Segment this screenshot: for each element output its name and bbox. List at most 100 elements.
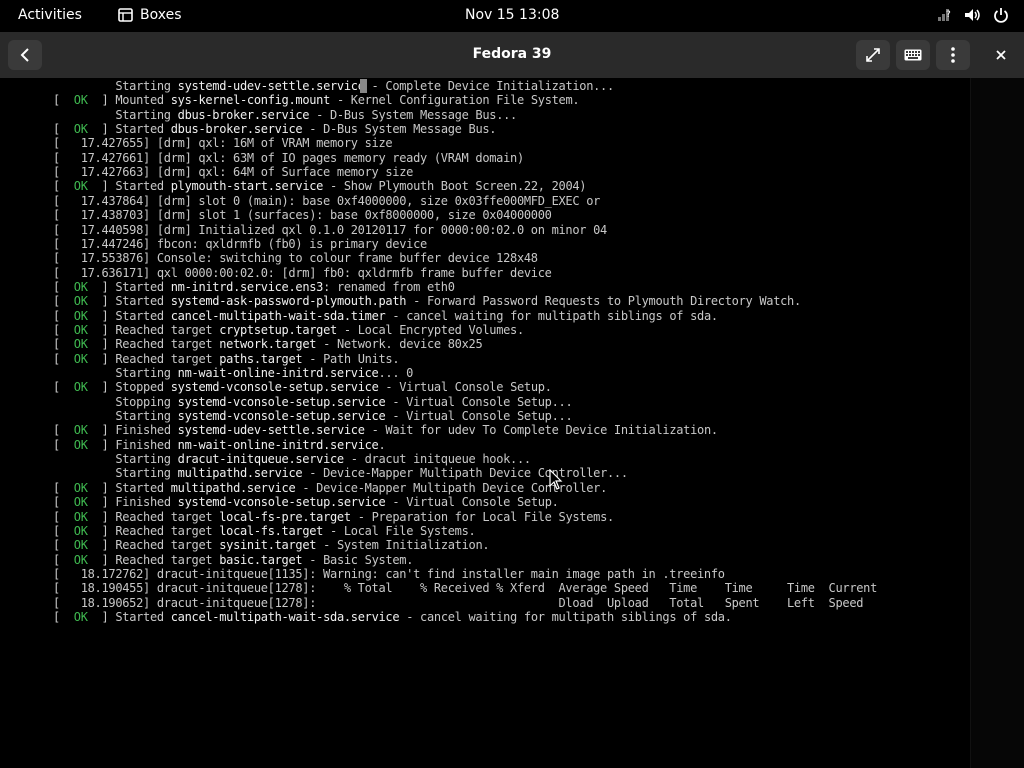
console-text: Starting [53, 409, 178, 424]
status-bracket: [ [53, 380, 74, 395]
console-text: ... 0 [378, 366, 414, 380]
console-line: [ OK ] Started nm-initrd.service.ens3: r… [53, 280, 455, 294]
console-line: [ OK ] Reached target network.target - N… [53, 337, 483, 352]
console-text: - Preparation for Local File Systems. [350, 509, 615, 524]
status-ok: OK [73, 122, 88, 137]
status-ok: OK [73, 480, 88, 495]
clock[interactable]: Nov 15 13:08 [465, 7, 559, 23]
console-text: - Forward Password Requests to Plymouth … [406, 294, 801, 309]
console-text: Starting [53, 366, 178, 380]
console-text: - System Initialization. [316, 538, 490, 553]
console-text: ] Reached target [101, 552, 220, 567]
console-text: - cancel waiting for multipath siblings … [385, 308, 718, 323]
console-text: ] Finished [101, 495, 178, 510]
console-text: ] Mounted [101, 93, 171, 108]
console-text: ] Reached target [101, 337, 220, 352]
console-text: - Kernel Configuration File System. [330, 93, 580, 108]
status-bracket: [ [53, 93, 74, 108]
unit-name: nm-wait-online-initrd.service [177, 366, 379, 380]
unit-name: systemd-udev-settle.service [177, 79, 365, 93]
console-text: - Wait for udev To Complete Device Initi… [364, 423, 719, 438]
console-line: Starting multipathd.service - Device-Map… [53, 466, 628, 480]
console-line: Starting dbus-broker.service - D-Bus Sys… [53, 108, 517, 122]
console-line: [ 18.190652] dracut-initqueue[1278]: Dlo… [53, 596, 863, 610]
console-text: - Basic System. [302, 552, 414, 567]
status-ok: OK [73, 351, 88, 366]
console-line: Starting systemd-vconsole-setup.service … [53, 409, 572, 423]
console-text: [ 17.437864] [drm] slot 0 (main): base 0… [53, 193, 601, 208]
app-menu-boxes[interactable]: Boxes [118, 7, 182, 23]
activities-button[interactable]: Activities [18, 7, 82, 23]
console-line: [ 17.447246] fbcon: qxldrmfb (fb0) is pr… [53, 237, 427, 251]
status-ok: OK [73, 495, 88, 510]
console-text: ] Reached target [101, 509, 220, 524]
status-bracket: [ [53, 480, 74, 495]
console-text: ] Started [101, 480, 171, 495]
unit-name: local-fs.target [219, 523, 324, 538]
status-bracket: [ [53, 423, 74, 438]
console-line: [ OK ] Finished systemd-udev-settle.serv… [53, 423, 718, 437]
console-line: [ OK ] Reached target local-fs.target - … [53, 523, 476, 538]
console-text: - dracut initqueue hook... [343, 452, 531, 467]
system-tray[interactable]: ? [926, 6, 1010, 24]
console-line: [ OK ] Reached target basic.target - Bas… [53, 553, 413, 567]
console-text: [ 17.427661] [drm] qxl: 63M of IO pages … [53, 150, 524, 165]
status-bracket: [ [53, 122, 74, 137]
console-text: - Show Plymouth Boot Screen.22, 2004) [323, 179, 587, 194]
console-text: [ 18.172762] dracut-initqueue[1135]: War… [53, 566, 725, 581]
status-ok: OK [73, 322, 88, 337]
console-text: Starting [53, 452, 178, 467]
console-line: [ 17.438703] [drm] slot 1 (surfaces): ba… [53, 208, 552, 222]
main-menu-button[interactable] [936, 40, 970, 70]
console-text: [ 17.440598] [drm] Initialized qxl 0.1.0… [53, 222, 607, 237]
unit-name: plymouth-start.service [170, 179, 324, 194]
status-bracket: [ [53, 308, 74, 323]
console-text: - Device-Mapper Multipath Device Control… [302, 466, 628, 481]
console-line: [ 17.427663] [drm] qxl: 64M of Surface m… [53, 165, 413, 179]
status-ok: OK [73, 93, 88, 108]
close-button[interactable] [984, 40, 1018, 70]
console-text: [ 17.427655] [drm] qxl: 16M of VRAM memo… [53, 136, 393, 151]
fullscreen-icon [866, 48, 880, 62]
unit-name: multipathd.service [170, 480, 296, 495]
status-bracket: [ [53, 609, 74, 624]
console-text: [ 17.553876] Console: switching to colou… [53, 251, 538, 266]
status-ok: OK [73, 538, 88, 553]
console-text: - D-Bus System Message Bus... [309, 107, 517, 122]
console-line: [ OK ] Mounted sys-kernel-config.mount -… [53, 93, 580, 108]
unit-name: basic.target [219, 552, 303, 567]
svg-text:?: ? [946, 10, 951, 20]
close-icon [996, 50, 1006, 60]
app-name: Boxes [140, 7, 182, 23]
kebab-menu-icon [951, 47, 955, 63]
console-scrollbar[interactable] [970, 78, 1024, 768]
unit-name: dracut-initqueue.service [177, 452, 345, 467]
console-line: Starting dracut-initqueue.service - drac… [53, 452, 531, 466]
vm-console-display[interactable]: Starting systemd-udev-settle.service - C… [0, 78, 970, 768]
send-keys-button[interactable] [896, 40, 930, 70]
unit-name: sys-kernel-config.mount [170, 93, 331, 108]
unit-name: cancel-multipath-wait-sda.timer [170, 308, 386, 323]
console-line: [ 17.427655] [drm] qxl: 16M of VRAM memo… [53, 136, 393, 151]
unit-name: nm-initrd.service.ens3 [170, 279, 324, 294]
console-line: Stopping systemd-vconsole-setup.service … [53, 395, 572, 409]
unit-name: nm-wait-online-initrd.service [177, 437, 379, 452]
status-ok: OK [73, 337, 88, 352]
status-bracket: [ [53, 523, 74, 538]
status-bracket: [ [53, 538, 74, 553]
status-ok: OK [73, 509, 88, 524]
console-line: [ OK ] Started cancel-multipath-wait-sda… [53, 309, 718, 323]
console-text: [ 17.438703] [drm] slot 1 (surfaces): ba… [53, 208, 552, 223]
console-text: - Local Encrypted Volumes. [336, 322, 524, 337]
unit-name: systemd-vconsole-setup.service [177, 495, 386, 510]
volume-icon [964, 6, 982, 24]
power-icon [992, 6, 1010, 24]
boxes-header-bar: Fedora 39 [0, 32, 1024, 79]
text-cursor [360, 79, 367, 93]
fullscreen-button[interactable] [856, 40, 890, 70]
console-line: [ OK ] Reached target paths.target - Pat… [53, 351, 400, 366]
console-line: [ 17.636171] qxl 0000:00:02.0: [drm] fb0… [53, 266, 552, 280]
console-text: - D-Bus System Message Bus. [302, 122, 497, 137]
console-text: ] Reached target [101, 523, 220, 538]
console-text: Starting [53, 107, 178, 122]
